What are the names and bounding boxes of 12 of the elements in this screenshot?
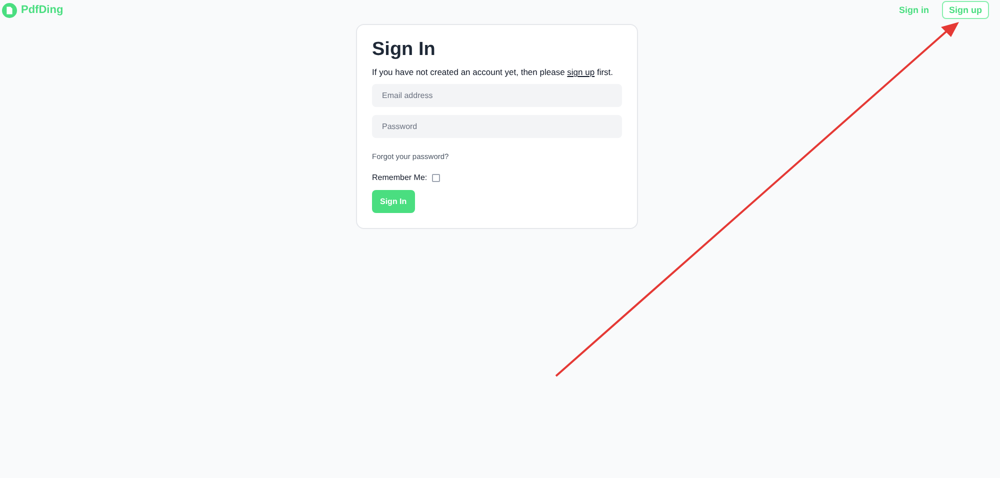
email-field[interactable]: Email address	[372, 84, 622, 107]
sign-in-button[interactable]: Sign In	[372, 190, 415, 213]
remember-label: Remember Me:	[372, 173, 428, 182]
sign-in-link[interactable]: Sign in	[899, 5, 929, 15]
password-field[interactable]: Password	[372, 115, 622, 138]
sign-up-button[interactable]: Sign up	[942, 1, 989, 19]
app-logo: PdfDing	[21, 4, 64, 16]
page-title: Sign In	[372, 39, 436, 61]
sign-up-link[interactable]: sign up	[567, 67, 595, 77]
logo-icon	[2, 2, 17, 18]
remember-checkbox[interactable]	[432, 174, 440, 182]
intro-text: If you have not created an account yet, then please sign up first.	[372, 66, 614, 78]
